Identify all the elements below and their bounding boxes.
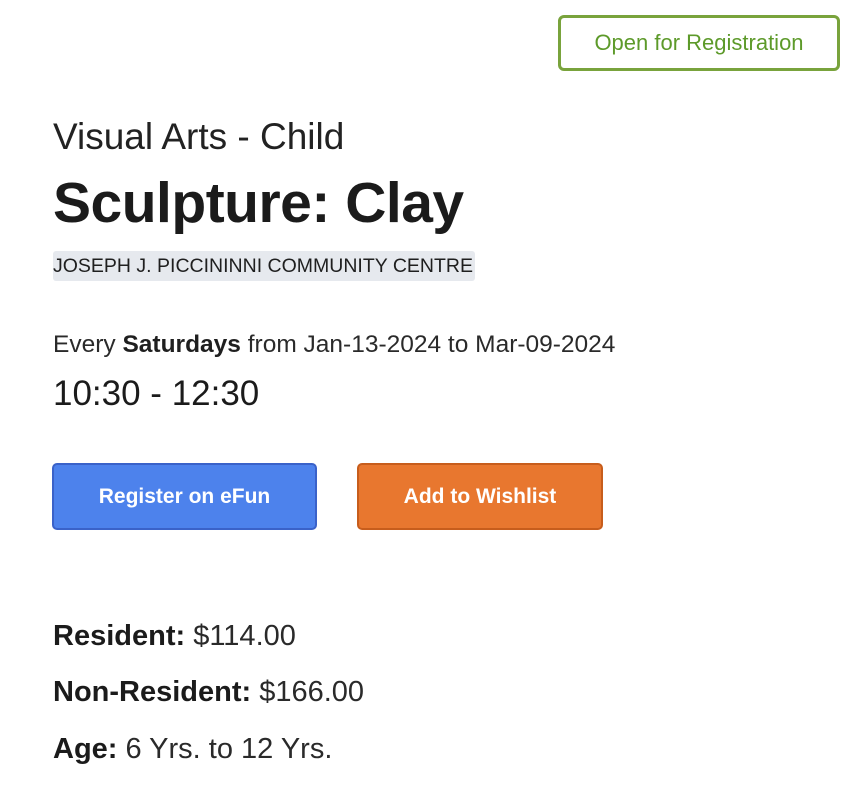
add-to-wishlist-button[interactable]: Add to Wishlist [357, 463, 603, 530]
register-button[interactable]: Register on eFun [52, 463, 317, 530]
schedule-prefix: Every [53, 331, 116, 358]
schedule-day: Saturdays [122, 331, 241, 358]
location-tag: JOSEPH J. PICCININNI COMMUNITY CENTRE [53, 251, 476, 281]
nonresident-price-row: Non-Resident: $166.00 [53, 676, 364, 709]
resident-price-label: Resident: [53, 620, 186, 652]
schedule-range: from Jan-13-2024 to Mar-09-2024 [247, 331, 616, 358]
status-badge: Open for Registration [558, 15, 840, 71]
age-row: Age: 6 Yrs. to 12 Yrs. [53, 733, 332, 766]
age-label: Age: [53, 733, 118, 765]
resident-price-value: $114.00 [193, 620, 296, 652]
age-value: 6 Yrs. to 12 Yrs. [125, 733, 333, 765]
schedule-text: Every Saturdays from Jan-13-2024 to Mar-… [53, 331, 615, 359]
program-category: Visual Arts - Child [53, 116, 345, 157]
nonresident-price-value: $166.00 [259, 676, 365, 708]
page-title: Sculpture: Clay [53, 171, 464, 235]
resident-price-row: Resident: $114.00 [53, 620, 296, 653]
schedule-time: 10:30 - 12:30 [53, 374, 260, 413]
nonresident-price-label: Non-Resident: [53, 676, 252, 708]
